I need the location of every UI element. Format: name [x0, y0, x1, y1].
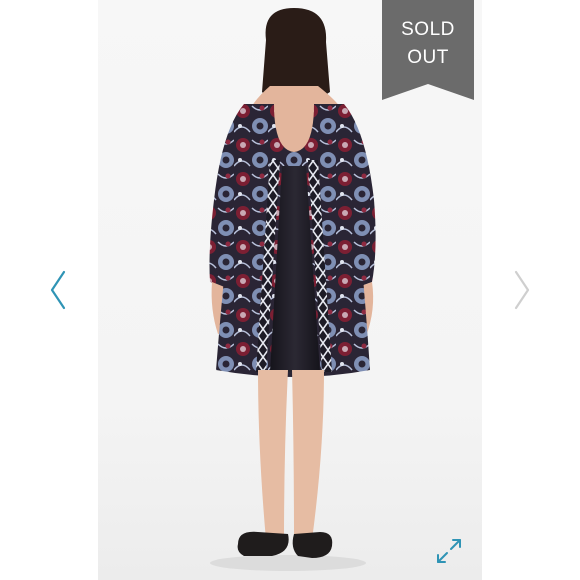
- sold-out-label-line2: OUT: [407, 47, 449, 68]
- next-image-button[interactable]: [508, 268, 536, 312]
- chevron-left-icon: [50, 270, 66, 310]
- sold-out-label-line1: SOLD: [401, 19, 455, 40]
- model-wearing-dress-image: [209, 8, 376, 571]
- chevron-right-icon: [514, 270, 530, 310]
- expand-arrows-icon: [437, 539, 461, 563]
- product-image-viewer: SOLD OUT: [0, 0, 580, 580]
- product-photo[interactable]: [98, 0, 482, 580]
- expand-image-button[interactable]: [434, 536, 464, 566]
- previous-image-button[interactable]: [44, 268, 72, 312]
